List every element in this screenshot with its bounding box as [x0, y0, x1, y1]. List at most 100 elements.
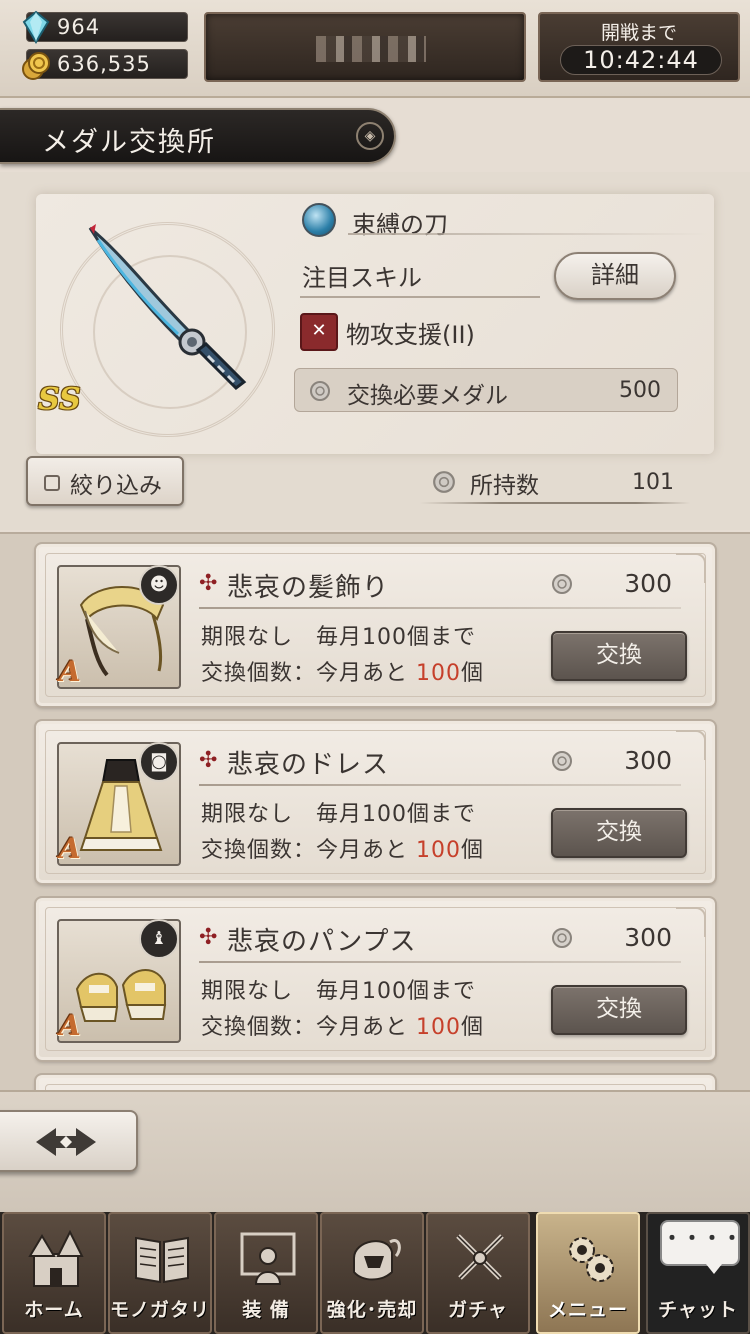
weapon-rank-badge: SS	[38, 382, 81, 417]
coin-counter: 636,535	[22, 49, 188, 80]
katana-weapon-image	[88, 224, 247, 390]
exchange-button[interactable]: 交換	[551, 985, 687, 1035]
nav-equip[interactable]: 装 備	[214, 1212, 318, 1334]
page-title: メダル交換所	[42, 127, 216, 158]
weapon-name-row: 束縛の刀	[302, 203, 712, 239]
limit-text: 期限なし 毎月100個まで	[201, 979, 476, 1004]
corner-flourish-decoration	[676, 553, 706, 583]
list-item[interactable]: ◙ A ✣ 悲哀のドレス 300 期限なし 毎月100個まで 交換個数：今月あと…	[34, 719, 717, 885]
cross-ornament-icon: ✣	[199, 571, 218, 596]
nav-home-label: ホーム	[24, 1299, 84, 1321]
exchange-button[interactable]: 交換	[551, 631, 687, 681]
helm-enhance-icon	[353, 1239, 401, 1281]
limit-text: 期限なし 毎月100個まで	[201, 625, 476, 650]
battle-timer-label: 開戦まで	[600, 22, 677, 44]
nav-home[interactable]: ホーム	[2, 1212, 106, 1334]
back-bar	[0, 1090, 750, 1212]
castle-icon	[28, 1229, 84, 1287]
filter-button[interactable]: 絞り込み	[26, 456, 184, 506]
remaining-prefix: 交換個数：今月あと	[201, 838, 409, 863]
remaining-suffix: 個	[461, 838, 485, 863]
weapon-name-underline	[348, 233, 708, 235]
list-item[interactable]: ♝ A ✣ 悲哀のパンプス 300 期限なし 毎月100個まで 交換個数：今月あ…	[34, 896, 717, 1062]
chat-label: チャット	[658, 1299, 738, 1321]
page-title-tab: メダル交換所 ◈	[0, 108, 396, 164]
crossed-swords-icon	[456, 1234, 504, 1280]
owned-underline	[420, 502, 690, 504]
required-medal-label: 交換必要メダル	[347, 383, 508, 409]
list-item-partial[interactable]	[34, 1073, 717, 1090]
exchange-button[interactable]: 交換	[551, 808, 687, 858]
medal-icon	[552, 751, 572, 771]
skill-name: 物攻支援(II)	[346, 321, 475, 349]
nav-gacha[interactable]: ガチャ	[426, 1212, 530, 1334]
back-button[interactable]	[0, 1110, 138, 1172]
helmet-type-icon: ☻	[139, 565, 179, 605]
book-icon	[135, 1236, 189, 1284]
title-ornament-icon: ◈	[356, 122, 384, 150]
filter-checkbox-icon	[44, 475, 60, 491]
nav-menu-label: メニュー	[547, 1299, 628, 1321]
limit-text: 期限なし 毎月100個まで	[201, 802, 476, 827]
item-rank-badge: A	[59, 1009, 81, 1042]
featured-skill-label: 注目スキル	[302, 264, 422, 292]
foot-type-icon: ♝	[139, 919, 179, 959]
owned-medal-value: 101	[632, 470, 674, 495]
chat-button[interactable]: ・・・・ チャット	[646, 1212, 750, 1334]
required-medal-value: 500	[619, 378, 661, 403]
nav-menu[interactable]: メニュー	[536, 1212, 640, 1334]
cross-ornament-icon: ✣	[199, 748, 218, 773]
nav-enhance[interactable]: 強化･売却	[320, 1212, 424, 1334]
nav-story-label: モノガタリ	[110, 1299, 211, 1321]
card-divider	[199, 607, 681, 609]
item-cost: 300	[624, 923, 672, 952]
gem-icon	[22, 10, 50, 44]
remaining-count: 100	[416, 1015, 462, 1040]
player-name-pixelated	[316, 36, 426, 62]
coin-count: 636,535	[57, 52, 151, 76]
owned-medal-icon	[433, 471, 455, 493]
required-medal-box: 交換必要メダル 500	[294, 368, 678, 412]
nav-story[interactable]: モノガタリ	[108, 1212, 212, 1334]
exchange-item-list[interactable]: ☻ A ✣ 悲哀の髪飾り 300 期限なし 毎月100個まで 交換個数：今月あと…	[0, 532, 750, 1090]
item-cost: 300	[624, 746, 672, 775]
equip-doll-icon	[240, 1232, 296, 1285]
detail-button[interactable]: 詳細	[554, 252, 676, 300]
list-item[interactable]: ☻ A ✣ 悲哀の髪飾り 300 期限なし 毎月100個まで 交換個数：今月あと…	[34, 542, 717, 708]
remaining-suffix: 個	[461, 1015, 485, 1040]
medal-icon	[310, 381, 330, 401]
filter-label: 絞り込み	[70, 473, 162, 499]
corner-flourish-decoration	[676, 907, 706, 937]
back-arrow-icon	[36, 1128, 96, 1156]
item-name: 悲哀の髪飾り	[227, 573, 390, 603]
remaining-count: 100	[416, 838, 462, 863]
coin-icon	[22, 52, 50, 80]
gem-counter: 964	[22, 10, 188, 44]
nav-enhance-label: 強化･売却	[326, 1299, 418, 1321]
gears-icon	[569, 1237, 614, 1282]
chat-bubble-icon: ・・・・	[660, 1220, 742, 1274]
remaining-prefix: 交換個数：今月あと	[201, 1015, 409, 1040]
item-name: 悲哀のドレス	[227, 750, 390, 780]
armor-type-icon: ◙	[139, 742, 179, 782]
item-rank-badge: A	[59, 655, 81, 688]
gem-count: 964	[57, 15, 101, 39]
item-name: 悲哀のパンプス	[227, 927, 417, 957]
battle-timer-value: 10:42:44	[560, 45, 722, 75]
bottom-nav: ホーム モノガタリ 装 備 強化･売却 ガチャ メニュー ・・・・ チャット	[0, 1212, 750, 1334]
nav-gacha-label: ガチャ	[448, 1299, 508, 1321]
item-cost: 300	[624, 569, 672, 598]
item-rank-badge: A	[59, 832, 81, 865]
player-name-plate	[204, 12, 526, 82]
remaining-text: 交換個数：今月あと 100個	[201, 832, 484, 864]
attack-support-skill-icon: ✕	[300, 313, 338, 351]
remaining-count: 100	[416, 661, 462, 686]
cross-ornament-icon: ✣	[199, 925, 218, 950]
medal-icon	[552, 574, 572, 594]
remaining-prefix: 交換個数：今月あと	[201, 661, 409, 686]
owned-medal-label: 所持数	[470, 473, 539, 499]
battle-timer: 開戦まで 10:42:44	[538, 12, 740, 82]
card-divider	[199, 784, 681, 786]
status-bar: 964 636,535 開戦まで 10:42:44	[0, 0, 750, 98]
corner-flourish-decoration	[676, 730, 706, 760]
